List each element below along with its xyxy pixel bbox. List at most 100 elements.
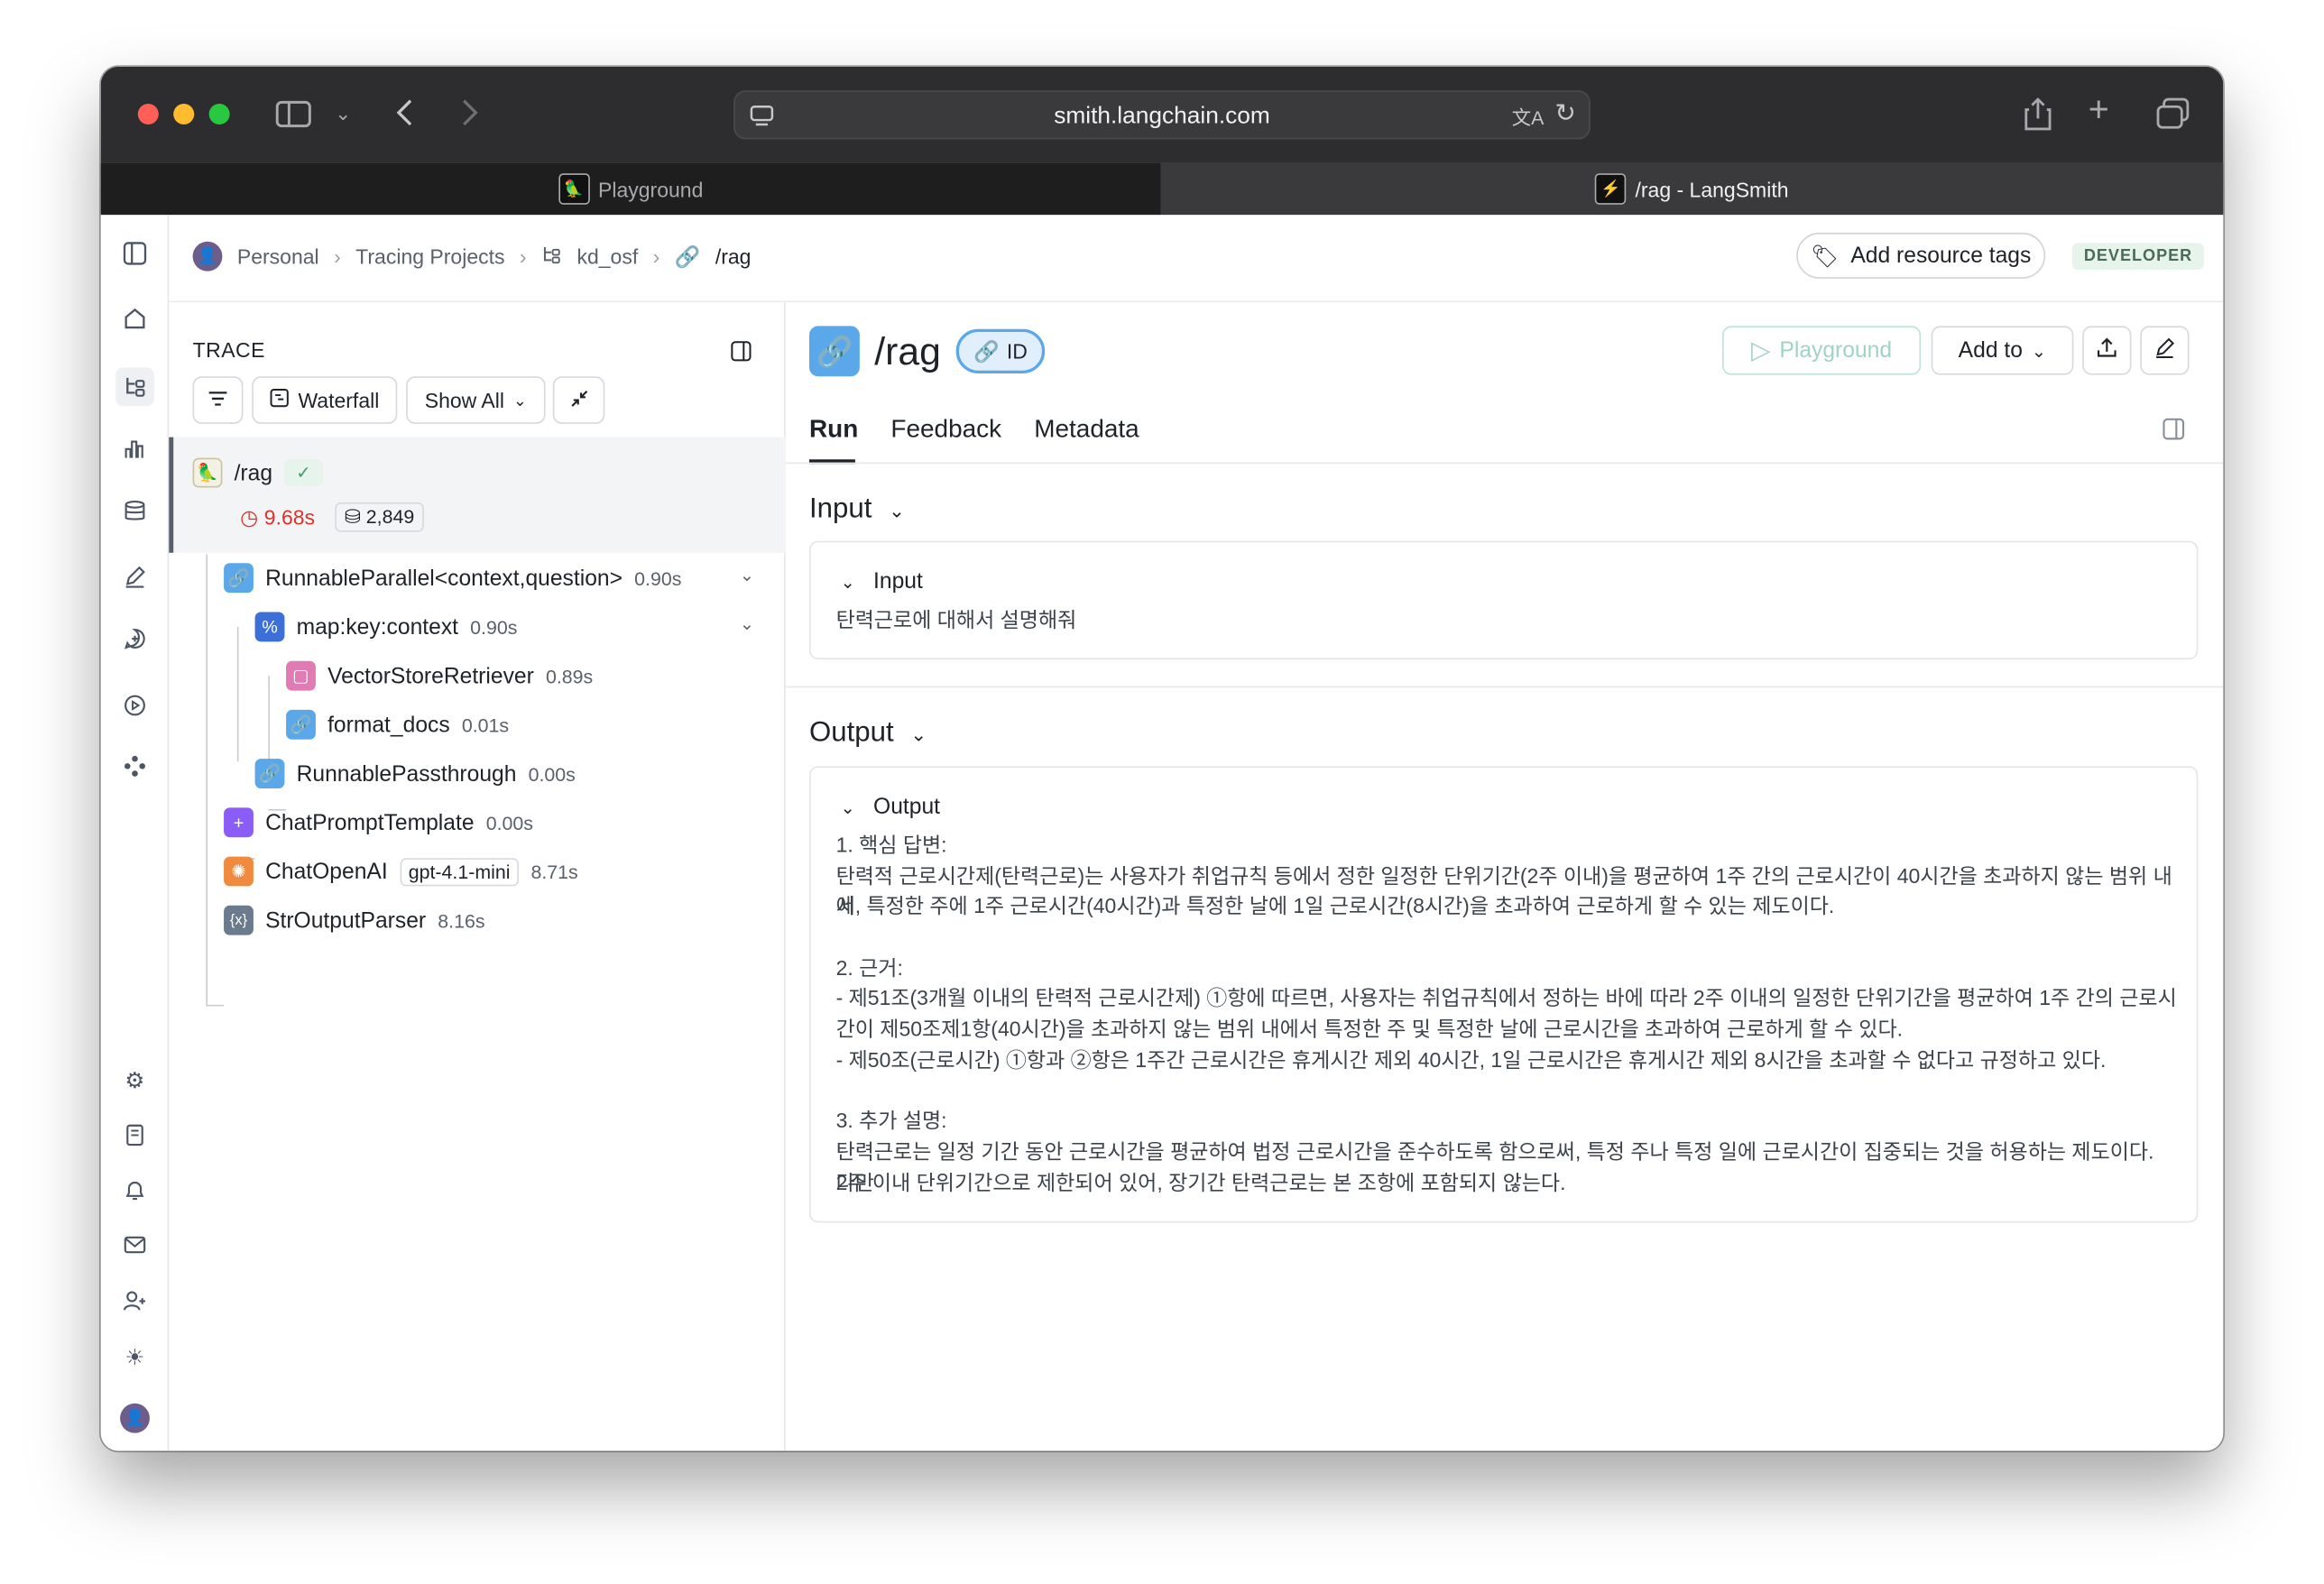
copy-id-button[interactable]: 🔗 ID — [955, 328, 1046, 373]
tab-label: Playground — [598, 177, 704, 201]
chevron-down-icon[interactable]: ⌄ — [740, 565, 755, 585]
pencil-icon — [2153, 336, 2176, 364]
waterfall-label: Waterfall — [298, 388, 380, 412]
tab-metadata[interactable]: Metadata — [1034, 415, 1139, 445]
output-card: ⌄ Output 1. 핵심 답변: 탄력적 근로시간제(탄력근로)는 사용자가… — [808, 766, 2199, 1223]
tabs-divider — [785, 462, 2224, 465]
trace-root-row[interactable]: 🦜 /rag ✓ ◷ 9.68s ⛁ 2,849 — [169, 437, 786, 553]
zoom-window-button[interactable] — [208, 103, 230, 124]
node-duration: 0.00s — [528, 762, 576, 785]
node-duration: 8.71s — [530, 860, 578, 883]
add-resource-tags-label: Add resource tags — [1850, 243, 2032, 269]
output-section-title: Output — [808, 717, 894, 749]
trace-node-vectorstore-retriever[interactable]: ▢ VectorStoreRetriever 0.89s — [286, 658, 593, 693]
input-section-header[interactable]: Input ⌄ — [809, 493, 905, 526]
deployments-icon[interactable] — [120, 754, 150, 784]
collapse-all-button[interactable] — [552, 376, 605, 424]
playground-icon[interactable] — [120, 694, 150, 723]
panel-toggle-icon[interactable] — [120, 242, 150, 272]
coins-icon: ⛁ — [344, 505, 361, 528]
model-badge: gpt-4.1-mini — [399, 857, 520, 886]
datasets-icon[interactable] — [120, 500, 150, 530]
trace-node-runnable-parallel[interactable]: 🔗 RunnableParallel<context,question> 0.9… — [224, 560, 681, 595]
mail-icon[interactable] — [120, 1233, 150, 1263]
address-bar[interactable]: smith.langchain.com 文A ↻ — [733, 90, 1591, 140]
output-line: 1. 핵심 답변: — [835, 833, 947, 857]
tab-run[interactable]: Run — [809, 415, 858, 445]
tab-rag-langsmith[interactable]: ⚡ /rag - LangSmith — [1160, 162, 2224, 216]
trace-node-map-key-context[interactable]: % map:key:context 0.90s — [254, 609, 517, 644]
chevron-right-icon: › — [652, 244, 660, 269]
node-name: RunnableParallel<context,question> — [265, 565, 623, 591]
root-latency: 9.68s — [263, 505, 316, 530]
output-line: 서, 특정한 주에 1주 근로시간(40시간)과 특정한 날에 1일 근로시간(… — [835, 894, 1835, 918]
share-icon[interactable] — [2023, 97, 2052, 138]
dashboards-icon[interactable] — [120, 437, 150, 467]
collapse-panel-icon[interactable] — [731, 341, 752, 369]
input-card-header[interactable]: ⌄ Input — [840, 569, 922, 594]
tag-icon: 🏷 — [1810, 244, 1840, 270]
tab-overview-icon[interactable] — [2155, 97, 2190, 136]
output-line: - 제51조(3개월 이내의 탄력적 근로시간제) ①항에 따르면, 사용자는 … — [835, 986, 2177, 1010]
add-resource-tags-button[interactable]: 🏷 Add resource tags — [1796, 232, 2046, 279]
home-icon[interactable] — [120, 307, 150, 336]
minimize-window-button[interactable] — [173, 103, 195, 124]
trace-node-str-output-parser[interactable]: {x} StrOutputParser 8.16s — [224, 902, 485, 937]
breadcrumb-workspace[interactable]: Personal — [237, 244, 319, 268]
settings-icon[interactable]: ⚙ — [120, 1067, 150, 1097]
new-tab-icon[interactable]: + — [2089, 93, 2109, 128]
trace-node-chat-prompt-template[interactable]: + ChatPromptTemplate 0.00s — [224, 805, 533, 840]
breadcrumb-section[interactable]: Tracing Projects — [355, 244, 504, 268]
chevron-down-icon[interactable]: ⌄ — [335, 99, 351, 129]
browser-toolbar: ⌄ smith.langchain.com 文A ↻ + — [100, 66, 2224, 163]
reload-icon[interactable]: ↻ — [1554, 99, 1575, 129]
clock-icon: ◷ — [240, 504, 259, 529]
breadcrumb-project[interactable]: kd_osf — [576, 244, 638, 268]
translate-icon[interactable]: 文A — [1512, 102, 1545, 130]
show-all-label: Show All — [424, 388, 504, 412]
tracing-projects-icon[interactable] — [115, 367, 154, 407]
user-avatar[interactable]: 👤 — [120, 1402, 150, 1433]
chevron-down-icon[interactable]: ⌄ — [740, 613, 755, 634]
add-to-label: Add to — [1958, 337, 2023, 364]
trace-node-chat-openai[interactable]: ✺ ChatOpenAI gpt-4.1-mini 8.71s — [224, 853, 578, 889]
tab-label: /rag - LangSmith — [1635, 177, 1789, 201]
node-name: map:key:context — [296, 613, 459, 640]
theme-sun-icon[interactable]: ☀ — [120, 1344, 150, 1374]
notifications-bell-icon[interactable] — [120, 1178, 150, 1208]
token-count: 2,849 — [365, 505, 415, 528]
side-panel-icon[interactable] — [2163, 418, 2185, 447]
prompts-icon[interactable] — [120, 627, 150, 657]
run-detail-panel: 🔗 /rag 🔗 ID ▷ Playground Add to ⌄ Run Fe… — [785, 302, 2224, 1450]
edit-button[interactable] — [2140, 326, 2190, 375]
screenshot-stage: ⌄ smith.langchain.com 文A ↻ + 🦜 Playgroun… — [0, 0, 2324, 1584]
filter-button[interactable] — [192, 376, 244, 424]
show-all-dropdown[interactable]: Show All ⌄ — [406, 376, 546, 424]
tree-connector — [206, 554, 208, 1005]
tab-playground[interactable]: 🦜 Playground — [100, 162, 1161, 216]
trace-node-format-docs[interactable]: 🔗 format_docs 0.01s — [286, 707, 509, 742]
trace-node-runnable-passthrough[interactable]: 🔗 RunnablePassthrough 0.00s — [254, 756, 576, 791]
forward-icon[interactable] — [459, 97, 480, 135]
tab-feedback[interactable]: Feedback — [890, 415, 1001, 445]
add-user-icon[interactable] — [120, 1289, 150, 1319]
root-node-name: /rag — [234, 460, 273, 486]
annotation-icon[interactable] — [120, 565, 150, 594]
node-duration: 0.01s — [461, 714, 510, 736]
output-card-header[interactable]: ⌄ Output — [840, 795, 940, 820]
close-window-button[interactable] — [137, 103, 159, 124]
back-icon[interactable] — [394, 97, 415, 135]
playground-button[interactable]: ▷ Playground — [1721, 326, 1922, 375]
sidebar-toggle-icon[interactable] — [275, 99, 311, 134]
docs-icon[interactable] — [120, 1123, 150, 1153]
waterfall-button[interactable]: Waterfall — [252, 376, 398, 424]
tree-connector — [206, 1004, 225, 1007]
url-text: smith.langchain.com — [1054, 103, 1270, 129]
export-button[interactable] — [2082, 326, 2132, 375]
root-node[interactable]: 🦜 /rag ✓ — [192, 455, 323, 490]
id-label: ID — [1006, 339, 1028, 364]
waterfall-icon — [270, 388, 290, 411]
breadcrumb-run[interactable]: /rag — [715, 244, 752, 268]
output-section-header[interactable]: Output ⌄ — [809, 717, 927, 750]
add-to-dropdown[interactable]: Add to ⌄ — [1931, 326, 2074, 375]
